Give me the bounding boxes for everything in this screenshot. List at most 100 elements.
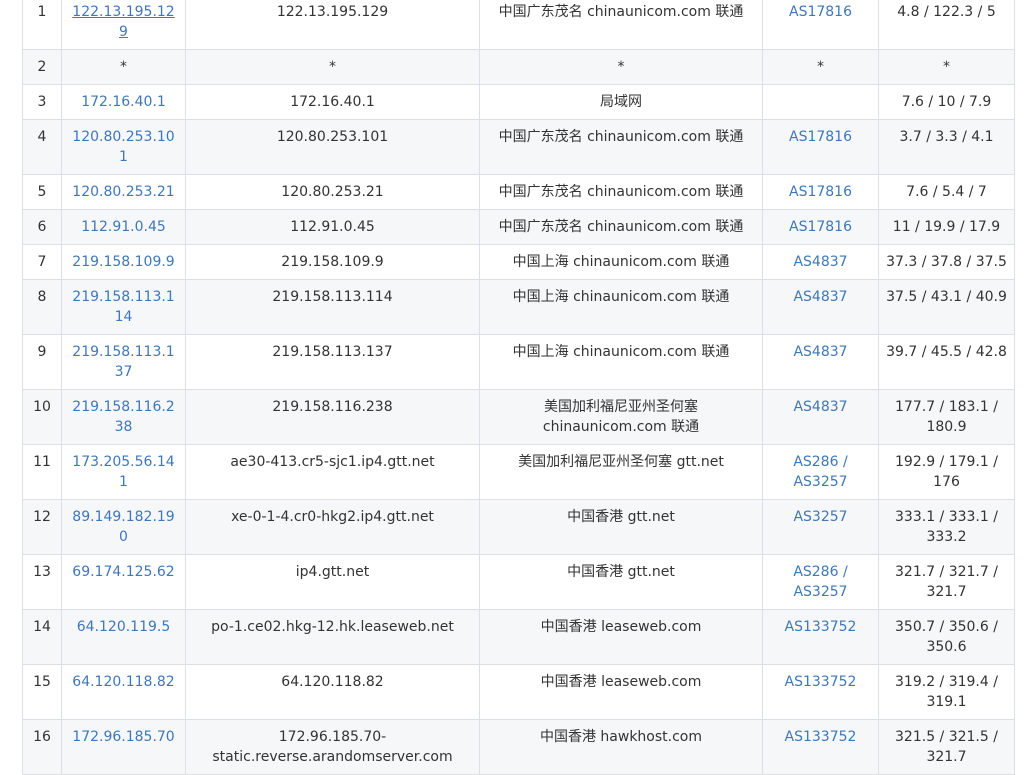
table-row: 9 219.158.113.137 219.158.113.137 中国上海 chin… <box>22 334 1015 390</box>
hop-asn-link[interactable]: AS17816 <box>789 184 852 200</box>
table-row: 16 172.96.185.70 172.96.185.70-static.reve… <box>22 719 1015 775</box>
hop-latency-text: 39.7 / 45.5 / 42.8 <box>886 344 1007 360</box>
hop-ip-cell: 219.158.116.238 <box>61 389 186 445</box>
hop-location-cell: 中国广东茂名 chinaunicom.com 联通 <box>479 209 763 245</box>
hop-number-text: 6 <box>37 219 47 235</box>
hop-latency-cell: 4.8 / 122.3 / 5 <box>878 0 1015 50</box>
hop-number-cell: 7 <box>22 244 62 280</box>
hop-hostname-cell: 219.158.116.238 <box>185 389 480 445</box>
hop-location-cell: 美国加利福尼亚州圣何塞 chinaunicom.com 联通 <box>479 389 763 445</box>
hop-asn-link[interactable]: AS133752 <box>785 619 857 635</box>
hop-location-cell: 中国香港 leaseweb.com <box>479 664 763 720</box>
hop-ip-link[interactable]: 219.158.109.9 <box>72 254 174 270</box>
hop-latency-text: 321.5 / 321.5 / 321.7 <box>895 729 998 765</box>
hop-ip-cell: 64.120.118.82 <box>61 664 186 720</box>
hop-asn-link[interactable]: AS4837 <box>793 344 847 360</box>
hop-location-text: 中国广东茂名 chinaunicom.com 联通 <box>498 129 744 145</box>
table-row: 4 120.80.253.101 120.80.253.101 中国广东茂名 chin… <box>22 119 1015 175</box>
hop-hostname-text: 64.120.118.82 <box>281 674 384 690</box>
hop-latency-cell: 37.3 / 37.8 / 37.5 <box>878 244 1015 280</box>
hop-ip-link[interactable]: 120.80.253.101 <box>72 129 174 165</box>
hop-asn-link[interactable]: AS4837 <box>793 289 847 305</box>
hop-ip-link[interactable]: 122.13.195.129 <box>72 4 174 40</box>
hop-ip-link[interactable]: 219.158.116.238 <box>72 399 174 435</box>
hop-latency-cell: 177.7 / 183.1 / 180.9 <box>878 389 1015 445</box>
hop-location-cell: 中国香港 leaseweb.com <box>479 609 763 665</box>
hop-latency-cell: 11 / 19.9 / 17.9 <box>878 209 1015 245</box>
hop-number-cell: 10 <box>22 389 62 445</box>
hop-asn-link[interactable]: AS133752 <box>785 674 857 690</box>
hop-ip-link[interactable]: 172.96.185.70 <box>72 729 174 745</box>
hop-location-text: 中国香港 hawkhost.com <box>539 729 703 745</box>
hop-location-text: 中国上海 chinaunicom.com 联通 <box>512 289 730 305</box>
hop-hostname-text: * <box>329 59 336 75</box>
hop-asn-link[interactable]: AS4837 <box>793 399 847 415</box>
hop-number-text: 13 <box>33 564 51 580</box>
hop-location-text: 中国上海 chinaunicom.com 联通 <box>512 344 730 360</box>
hop-latency-cell: 319.2 / 319.4 / 319.1 <box>878 664 1015 720</box>
hop-number-text: 8 <box>37 289 47 305</box>
table-row: 13 69.174.125.62 ip4.gtt.net 中国香港 gtt.net AS… <box>22 554 1015 610</box>
hop-hostname-cell: 219.158.113.137 <box>185 334 480 390</box>
hop-ip-link[interactable]: 172.16.40.1 <box>81 94 166 110</box>
hop-hostname-cell: 120.80.253.101 <box>185 119 480 175</box>
hop-latency-text: 319.2 / 319.4 / 319.1 <box>895 674 998 710</box>
hop-latency-cell: 333.1 / 333.1 / 333.2 <box>878 499 1015 555</box>
hop-ip-link[interactable]: 173.205.56.141 <box>72 454 174 490</box>
hop-location-cell: 中国上海 chinaunicom.com 联通 <box>479 244 763 280</box>
hop-number-cell: 2 <box>22 49 62 85</box>
hop-ip-link[interactable]: 219.158.113.114 <box>72 289 174 325</box>
table-row: 1 122.13.195.129 122.13.195.129 中国广东茂名 chin… <box>22 0 1015 50</box>
table-row: 2 * * * * * <box>22 49 1015 85</box>
hop-ip-link[interactable]: 64.120.119.5 <box>77 619 171 635</box>
hop-hostname-text: 112.91.0.45 <box>290 219 375 235</box>
hop-location-cell: 中国香港 gtt.net <box>479 499 763 555</box>
hop-location-text: 中国广东茂名 chinaunicom.com 联通 <box>498 219 744 235</box>
hop-ip-cell: 120.80.253.101 <box>61 119 186 175</box>
hop-asn-cell: AS3257 <box>762 499 879 555</box>
hop-location-cell: 美国加利福尼亚州圣何塞 gtt.net <box>479 444 763 500</box>
hop-hostname-cell: 219.158.113.114 <box>185 279 480 335</box>
hop-hostname-cell: 120.80.253.21 <box>185 174 480 210</box>
hop-location-cell: 中国广东茂名 chinaunicom.com 联通 <box>479 119 763 175</box>
hop-ip-cell: 89.149.182.190 <box>61 499 186 555</box>
hop-number-text: 7 <box>37 254 47 270</box>
hop-asn-link[interactable]: AS133752 <box>785 729 857 745</box>
hop-ip-link[interactable]: 120.80.253.21 <box>72 184 174 200</box>
hop-hostname-cell: ip4.gtt.net <box>185 554 480 610</box>
hop-latency-text: * <box>943 59 950 75</box>
hop-ip-link[interactable]: 89.149.182.190 <box>72 509 174 545</box>
hop-hostname-cell: 172.96.185.70-static.reverse.arandomserv… <box>185 719 480 775</box>
hop-number-cell: 3 <box>22 84 62 120</box>
hop-asn-link[interactable]: AS17816 <box>789 219 852 235</box>
hop-number-text: 15 <box>33 674 51 690</box>
hop-hostname-text: 219.158.109.9 <box>281 254 384 270</box>
hop-number-cell: 8 <box>22 279 62 335</box>
hop-number-text: 10 <box>33 399 51 415</box>
table-row: 7 219.158.109.9 219.158.109.9 中国上海 chinauni… <box>22 244 1015 280</box>
hop-latency-cell: 7.6 / 5.4 / 7 <box>878 174 1015 210</box>
hop-asn-cell: AS133752 <box>762 719 879 775</box>
hop-hostname-text: po-1.ce02.hkg-12.hk.leaseweb.net <box>211 619 454 635</box>
hop-ip-link[interactable]: 219.158.113.137 <box>72 344 174 380</box>
hop-asn-link[interactable]: AS17816 <box>789 4 852 20</box>
hop-asn-cell: AS286 / AS3257 <box>762 554 879 610</box>
hop-hostname-text: 172.16.40.1 <box>290 94 375 110</box>
hop-ip-link[interactable]: 64.120.118.82 <box>72 674 174 690</box>
table-row: 15 64.120.118.82 64.120.118.82 中国香港 leasewe… <box>22 664 1015 720</box>
hop-latency-text: 7.6 / 10 / 7.9 <box>901 94 992 110</box>
hop-number-cell: 4 <box>22 119 62 175</box>
hop-asn-link[interactable]: AS3257 <box>793 509 847 525</box>
hop-asn-link[interactable]: AS286 / AS3257 <box>793 564 847 600</box>
hop-asn-cell: AS17816 <box>762 174 879 210</box>
hop-location-text: 中国香港 gtt.net <box>567 564 675 580</box>
hop-number-text: 11 <box>33 454 51 470</box>
hop-latency-cell: 321.5 / 321.5 / 321.7 <box>878 719 1015 775</box>
hop-asn-link[interactable]: AS17816 <box>789 129 852 145</box>
hop-number-cell: 5 <box>22 174 62 210</box>
hop-latency-cell: 3.7 / 3.3 / 4.1 <box>878 119 1015 175</box>
hop-ip-link[interactable]: 69.174.125.62 <box>72 564 174 580</box>
hop-ip-link[interactable]: 112.91.0.45 <box>81 219 166 235</box>
hop-asn-link[interactable]: AS4837 <box>793 254 847 270</box>
hop-asn-link[interactable]: AS286 / AS3257 <box>793 454 847 490</box>
